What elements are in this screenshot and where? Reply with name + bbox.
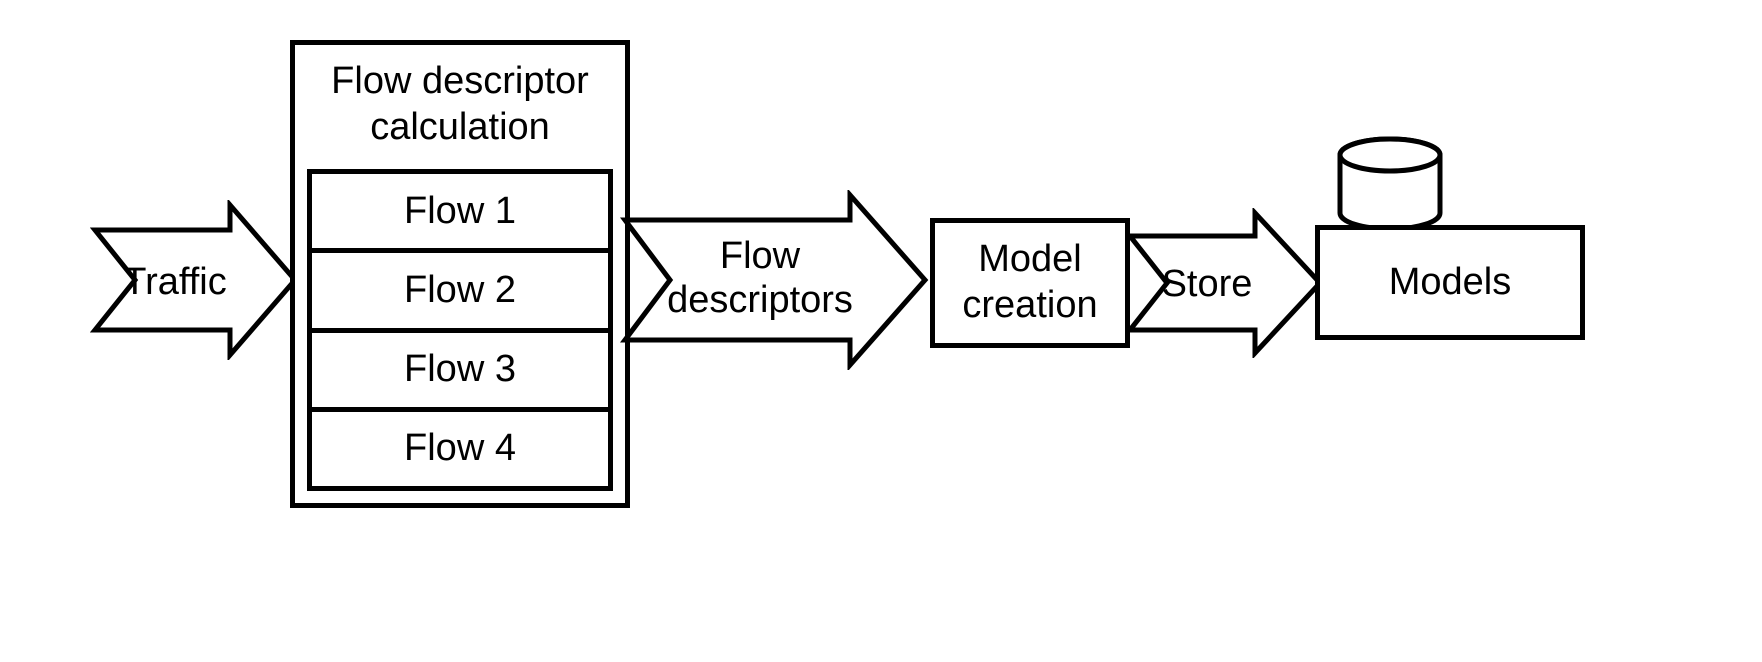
flow-descriptors-line-2: descriptors [667,279,853,321]
store-arrow-label: Store [1162,263,1253,305]
flow-diagram: Traffic Flow descriptor calculation Flow… [120,40,1640,600]
flow-row-2: Flow 2 [312,253,608,332]
flow-descriptors-line-1: Flow [720,235,801,277]
flow-row-1: Flow 1 [312,174,608,253]
flow-descriptor-title: Flow descriptor calculation [295,45,625,169]
flow-descriptor-box: Flow descriptor calculation Flow 1 Flow … [290,40,630,508]
model-creation-line-1: Model [978,238,1082,280]
flow-title-line-2: calculation [370,106,550,148]
store-arrow: Store [1125,208,1325,358]
flow-title-line-1: Flow descriptor [331,60,589,102]
database-cylinder-icon [1335,135,1445,235]
model-creation-line-2: creation [962,284,1097,326]
flow-row-4: Flow 4 [312,412,608,486]
traffic-arrow-label: Traffic [123,261,226,303]
models-box: Models [1315,225,1585,340]
flow-row-3: Flow 3 [312,333,608,412]
flow-rows-container: Flow 1 Flow 2 Flow 3 Flow 4 [307,169,613,491]
models-label: Models [1389,260,1512,306]
traffic-arrow: Traffic [90,200,300,360]
model-creation-box: Model creation [930,218,1130,348]
flow-descriptors-arrow: Flow descriptors [620,190,930,370]
